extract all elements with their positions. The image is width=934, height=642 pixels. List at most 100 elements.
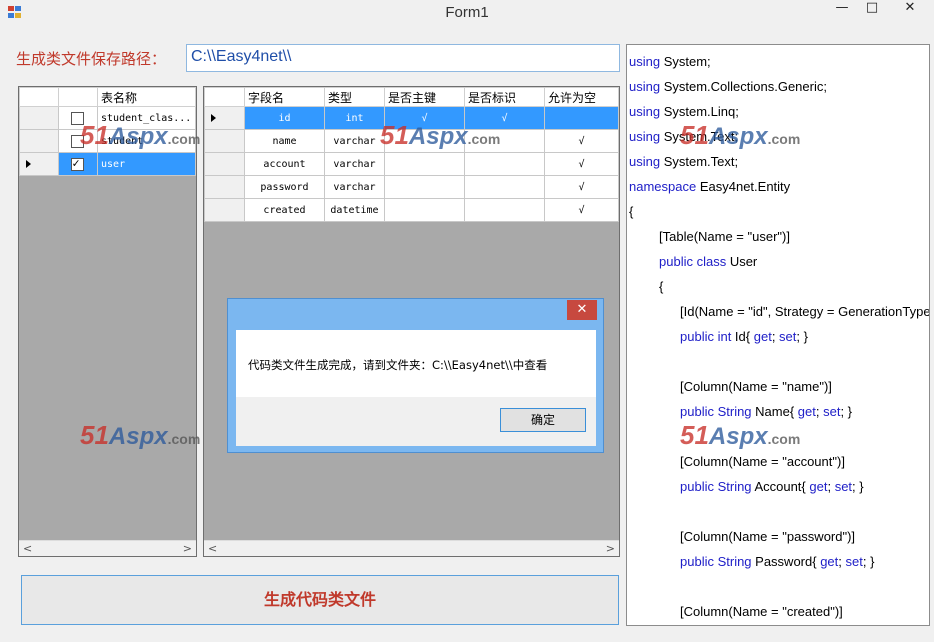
maximize-button[interactable]: □ — [858, 0, 886, 18]
primary-key-cell[interactable] — [384, 152, 465, 176]
tables-grid[interactable]: 表名称 student_clas... student user < > — [18, 86, 197, 557]
field-type-column-header[interactable]: 类型 — [324, 87, 385, 107]
identity-cell[interactable] — [464, 175, 545, 199]
row-header[interactable] — [204, 152, 245, 176]
code-line: using System.Linq; — [629, 104, 739, 119]
primary-key-cell[interactable] — [384, 129, 465, 153]
table-name-column-header[interactable]: 表名称 — [97, 87, 196, 107]
code-line: [Id(Name = "id", Strategy = GenerationTy… — [680, 304, 930, 319]
tables-grid-hscrollbar[interactable]: < > — [19, 540, 196, 556]
generate-code-button[interactable]: 生成代码类文件 — [21, 575, 619, 625]
identity-cell[interactable] — [464, 129, 545, 153]
primary-key-cell[interactable] — [384, 175, 465, 199]
nullable-cell[interactable]: √ — [544, 198, 619, 222]
code-line: using System; — [629, 54, 711, 69]
save-path-input[interactable]: C:\\Easy4net\\ — [186, 44, 620, 72]
table-select-cell[interactable] — [57, 106, 99, 130]
identity-cell[interactable] — [464, 152, 545, 176]
save-path-label: 生成类文件保存路径： — [16, 50, 167, 68]
nullable-column-header[interactable]: 允许为空 — [544, 87, 619, 107]
identity-cell[interactable]: √ — [464, 106, 545, 130]
field-name-cell[interactable]: created — [244, 198, 325, 222]
code-line: namespace Easy4net.Entity — [629, 179, 791, 194]
dialog-message: 代码类文件生成完成，请到文件夹：C:\\Easy4net\\中查看 — [248, 358, 548, 372]
field-type-cell[interactable]: varchar — [324, 175, 385, 199]
code-line: public class User — [659, 254, 758, 269]
row-header[interactable] — [204, 129, 245, 153]
table-checkbox[interactable] — [71, 111, 85, 125]
nullable-cell[interactable]: √ — [544, 129, 619, 153]
dialog-ok-button[interactable]: 确定 — [500, 408, 586, 432]
code-line: using System.Text; — [629, 129, 739, 144]
dialog-close-button[interactable]: ✕ — [567, 300, 597, 320]
scroll-left-icon[interactable]: < — [208, 542, 217, 555]
field-type-cell[interactable]: varchar — [324, 129, 385, 153]
grid-corner-header — [19, 87, 59, 107]
field-name-cell[interactable]: account — [244, 152, 325, 176]
field-type-cell[interactable]: datetime — [324, 198, 385, 222]
scroll-right-icon[interactable]: > — [183, 542, 192, 555]
row-header[interactable] — [19, 106, 59, 130]
row-header[interactable] — [204, 106, 245, 130]
table-name-cell[interactable]: student_clas... — [97, 106, 196, 130]
grid-corner-header — [204, 87, 245, 107]
checkbox-column-header[interactable] — [57, 87, 99, 107]
primary-key-cell[interactable] — [384, 198, 465, 222]
scroll-right-icon[interactable]: > — [606, 542, 615, 555]
dialog-body: 代码类文件生成完成，请到文件夹：C:\\Easy4net\\中查看 确定 — [236, 330, 596, 446]
nullable-cell[interactable]: √ — [544, 175, 619, 199]
code-line: using System.Collections.Generic; — [629, 79, 827, 94]
code-line: [Column(Name = "name")] — [680, 379, 832, 394]
table-checkbox[interactable] — [71, 134, 85, 148]
code-line: { — [629, 204, 634, 219]
nullable-cell[interactable]: √ — [544, 152, 619, 176]
generated-code-textbox[interactable]: using System; using System.Collections.Ge… — [626, 44, 930, 626]
minimize-button[interactable]: — — [828, 0, 856, 18]
row-header[interactable] — [19, 129, 59, 153]
field-row[interactable]: id int √ √ — [204, 106, 619, 130]
identity-cell[interactable] — [464, 198, 545, 222]
code-line: public int Id{ get; set; } — [680, 329, 808, 344]
field-row[interactable]: name varchar √ — [204, 129, 619, 153]
current-row-icon — [26, 160, 31, 168]
nullable-cell[interactable] — [544, 106, 619, 130]
fields-grid-hscrollbar[interactable]: < > — [204, 540, 619, 556]
table-name-cell[interactable]: user — [97, 152, 196, 176]
table-row[interactable]: student — [19, 129, 196, 153]
field-row[interactable]: created datetime √ — [204, 198, 619, 222]
code-line: [Table(Name = "user")] — [659, 229, 790, 244]
row-header[interactable] — [204, 175, 245, 199]
code-line: public String Password{ get; set; } — [680, 554, 875, 569]
primary-key-cell[interactable]: √ — [384, 106, 465, 130]
primary-key-column-header[interactable]: 是否主键 — [384, 87, 465, 107]
table-row[interactable]: user — [19, 152, 196, 176]
field-name-column-header[interactable]: 字段名 — [244, 87, 325, 107]
table-name-cell[interactable]: student — [97, 129, 196, 153]
row-header[interactable] — [204, 198, 245, 222]
dialog-footer: 确定 — [236, 397, 596, 446]
current-row-icon — [211, 114, 216, 122]
close-button[interactable]: ✕ — [892, 0, 928, 18]
code-line: [Column(Name = "created")] — [680, 604, 843, 619]
field-row[interactable]: account varchar √ — [204, 152, 619, 176]
scroll-left-icon[interactable]: < — [23, 542, 32, 555]
code-line: public String Account{ get; set; } — [680, 479, 864, 494]
row-header[interactable] — [19, 152, 59, 176]
field-type-cell[interactable]: varchar — [324, 152, 385, 176]
table-select-cell[interactable] — [57, 129, 99, 153]
field-row[interactable]: password varchar √ — [204, 175, 619, 199]
field-name-cell[interactable]: name — [244, 129, 325, 153]
window-title: Form1 — [445, 4, 489, 21]
code-line: public String Name{ get; set; } — [680, 404, 853, 419]
table-select-cell[interactable] — [57, 152, 99, 176]
code-line: { — [659, 279, 664, 294]
field-name-cell[interactable]: password — [244, 175, 325, 199]
code-line: [Column(Name = "account")] — [680, 454, 845, 469]
table-row[interactable]: student_clas... — [19, 106, 196, 130]
field-name-cell[interactable]: id — [244, 106, 325, 130]
table-checkbox[interactable] — [71, 156, 85, 171]
field-type-cell[interactable]: int — [324, 106, 385, 130]
identity-column-header[interactable]: 是否标识 — [464, 87, 545, 107]
code-line: using System.Text; — [629, 154, 739, 169]
title-bar: Form1 — □ ✕ — [0, 0, 934, 27]
